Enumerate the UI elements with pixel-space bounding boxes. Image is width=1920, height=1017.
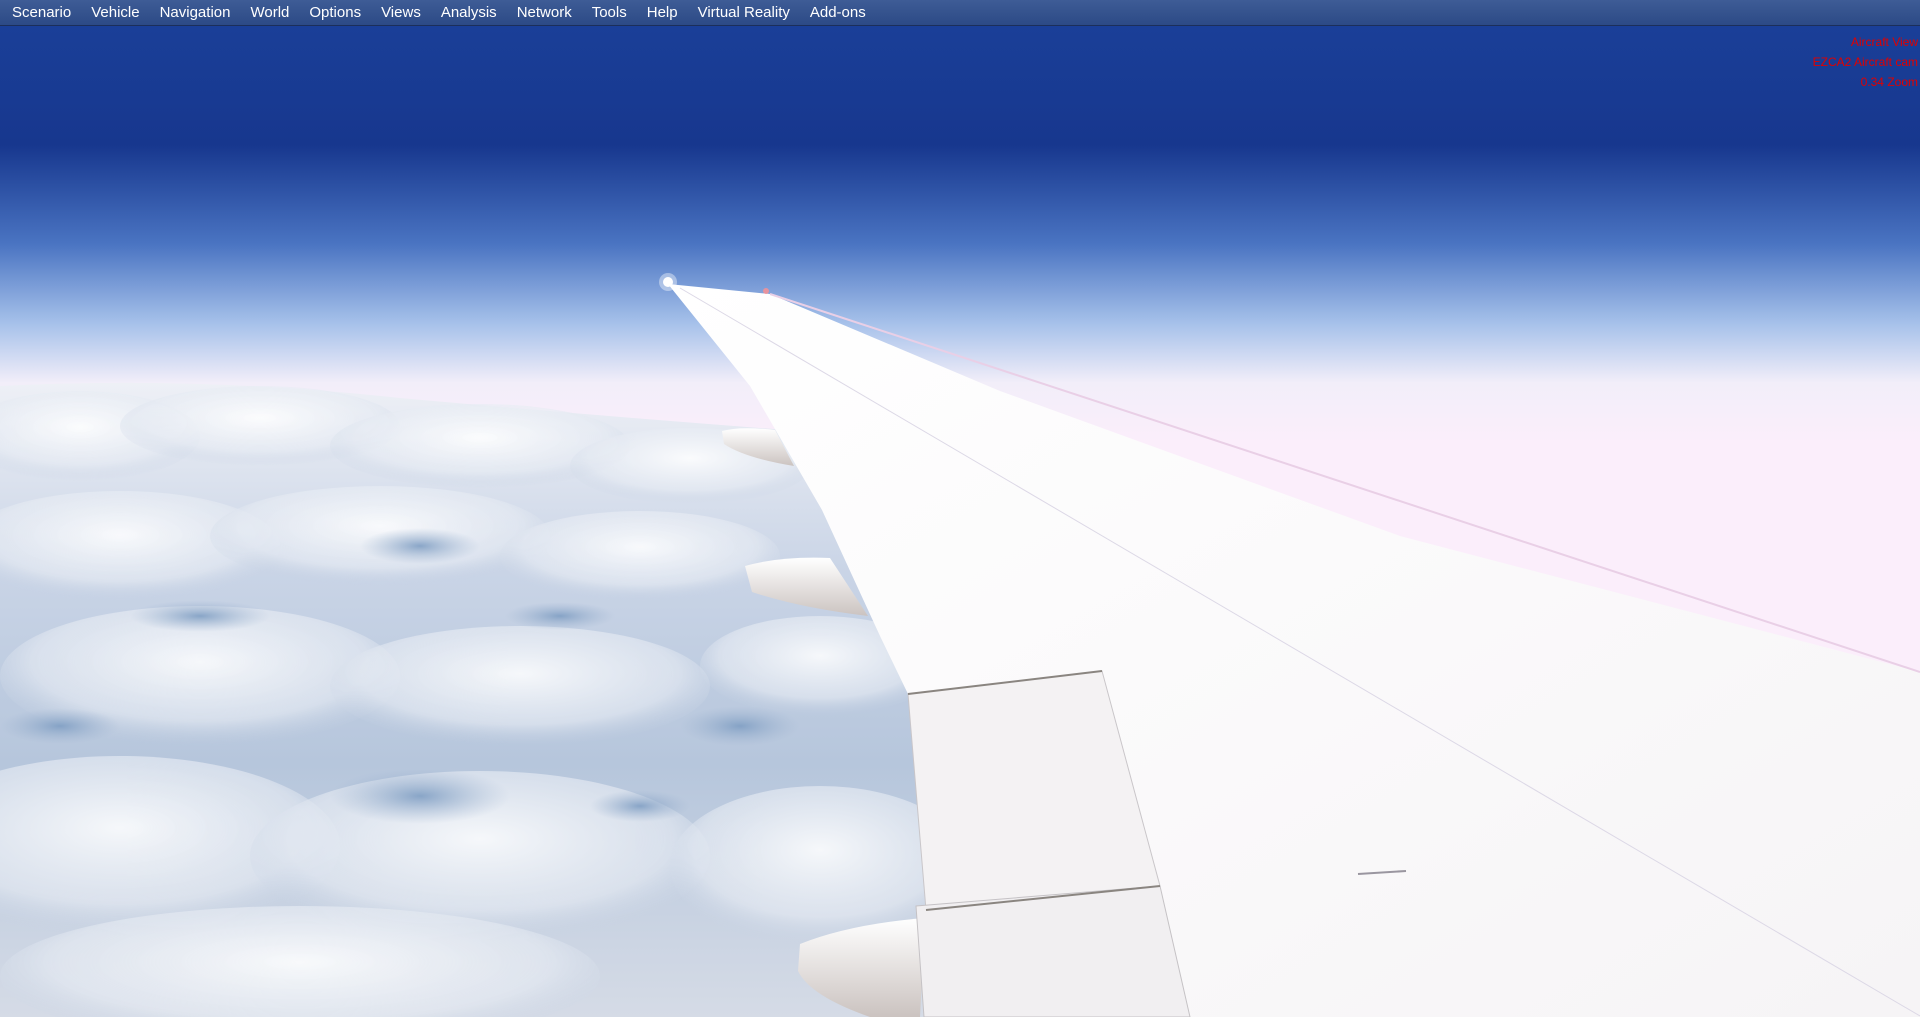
- menu-virtual-reality[interactable]: Virtual Reality: [688, 0, 800, 26]
- nav-light: [763, 288, 769, 294]
- menu-tools[interactable]: Tools: [582, 0, 637, 26]
- menu-help[interactable]: Help: [637, 0, 688, 26]
- menu-network[interactable]: Network: [507, 0, 582, 26]
- menu-bar: Scenario Vehicle Navigation World Option…: [0, 0, 1920, 26]
- menu-scenario[interactable]: Scenario: [2, 0, 81, 26]
- zoom-level-label: 0.34 Zoom: [1860, 75, 1918, 89]
- camera-info-overlay: Aircraft View EZCA2 Aircraft cam 0.34 Zo…: [1813, 32, 1918, 92]
- menu-navigation[interactable]: Navigation: [150, 0, 241, 26]
- menu-world[interactable]: World: [240, 0, 299, 26]
- camera-name-label: EZCA2 Aircraft cam: [1812, 55, 1918, 69]
- menu-add-ons[interactable]: Add-ons: [800, 0, 876, 26]
- view-name-label: Aircraft View: [1850, 35, 1918, 49]
- menu-options[interactable]: Options: [299, 0, 371, 26]
- menu-vehicle[interactable]: Vehicle: [81, 0, 149, 26]
- menu-analysis[interactable]: Analysis: [431, 0, 507, 26]
- wing-view-scene: [0, 26, 1920, 1017]
- wing-inboard-flap: [915, 885, 1191, 1017]
- menu-views[interactable]: Views: [371, 0, 431, 26]
- flight-sim-viewport[interactable]: [0, 26, 1920, 1017]
